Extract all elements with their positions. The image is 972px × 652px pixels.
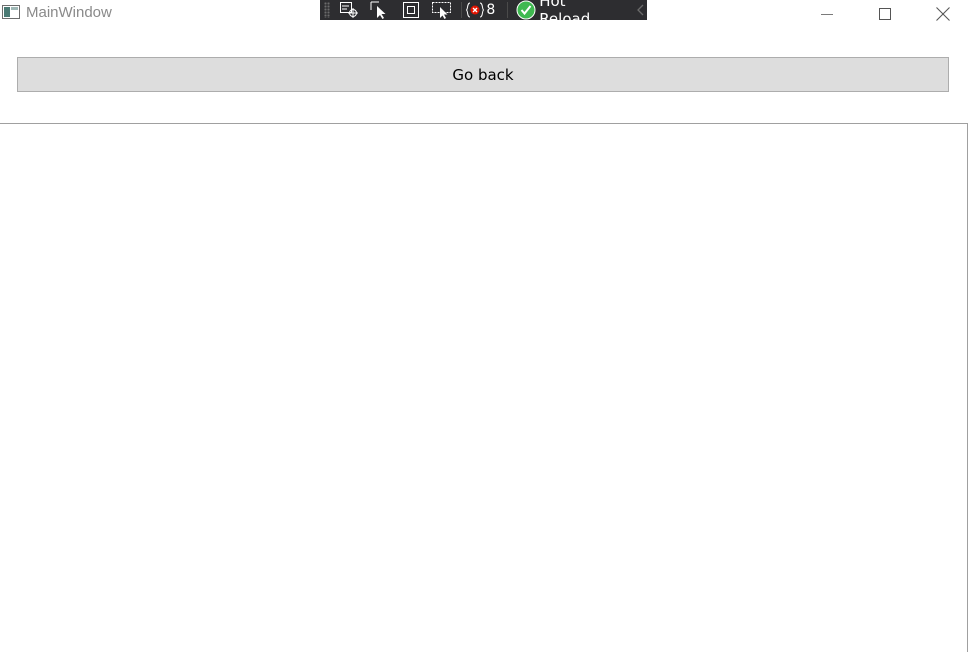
track-focus-icon[interactable] [430,0,453,20]
collapse-toolbar-chevron-icon[interactable] [634,0,647,20]
toolbar-separator [461,2,463,18]
app-window-icon [2,5,20,19]
maximize-button[interactable] [862,0,908,28]
hot-reload-button[interactable]: Hot Reload [539,0,617,28]
layout-adorner-icon[interactable] [400,0,423,20]
go-back-button[interactable]: Go back [17,57,949,92]
main-window: MainWindow 8 Hot Reload Go back [0,0,972,652]
binding-errors-icon[interactable] [466,0,485,20]
select-element-icon[interactable] [338,0,361,20]
binding-error-count[interactable]: 8 [486,2,495,18]
minimize-icon [821,14,833,15]
toolbar-separator [507,2,509,18]
close-button[interactable] [920,0,966,28]
content-frame [0,123,968,652]
close-icon [936,7,950,21]
select-pointer-icon[interactable] [369,0,392,20]
toolbar-grip-handle[interactable] [324,2,330,18]
hot-reload-toolbar: 8 Hot Reload [320,0,647,28]
hot-reload-check-icon[interactable] [516,0,536,20]
maximize-icon [879,8,891,20]
minimize-button[interactable] [804,0,850,28]
window-title: MainWindow [26,4,112,21]
